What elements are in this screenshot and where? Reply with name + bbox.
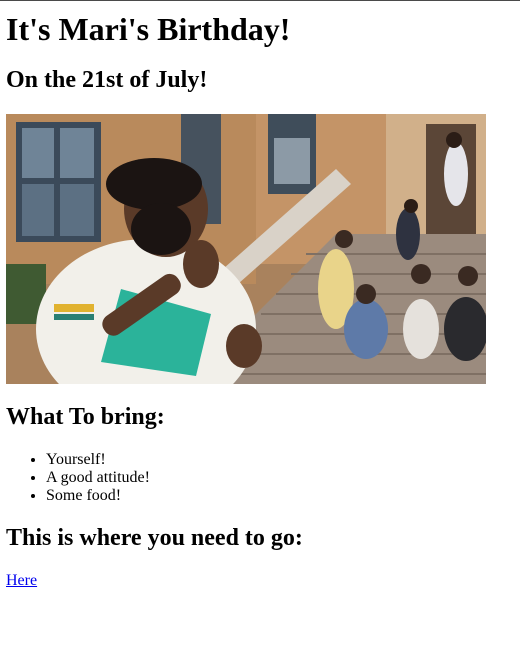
list-item: Yourself!: [46, 451, 150, 469]
top-border: [0, 0, 520, 1]
list-item: A good attitude!: [46, 469, 150, 487]
bring-heading: What To bring:: [6, 404, 165, 430]
date-heading: On the 21st of July!: [6, 67, 208, 93]
directions-link[interactable]: Here: [6, 572, 37, 590]
bring-list: Yourself! A good attitude! Some food!: [6, 451, 150, 505]
directions-heading: This is where you need to go:: [6, 525, 303, 551]
party-photo: [6, 114, 486, 384]
list-item: Some food!: [46, 487, 150, 505]
page-title: It's Mari's Birthday!: [6, 11, 291, 47]
